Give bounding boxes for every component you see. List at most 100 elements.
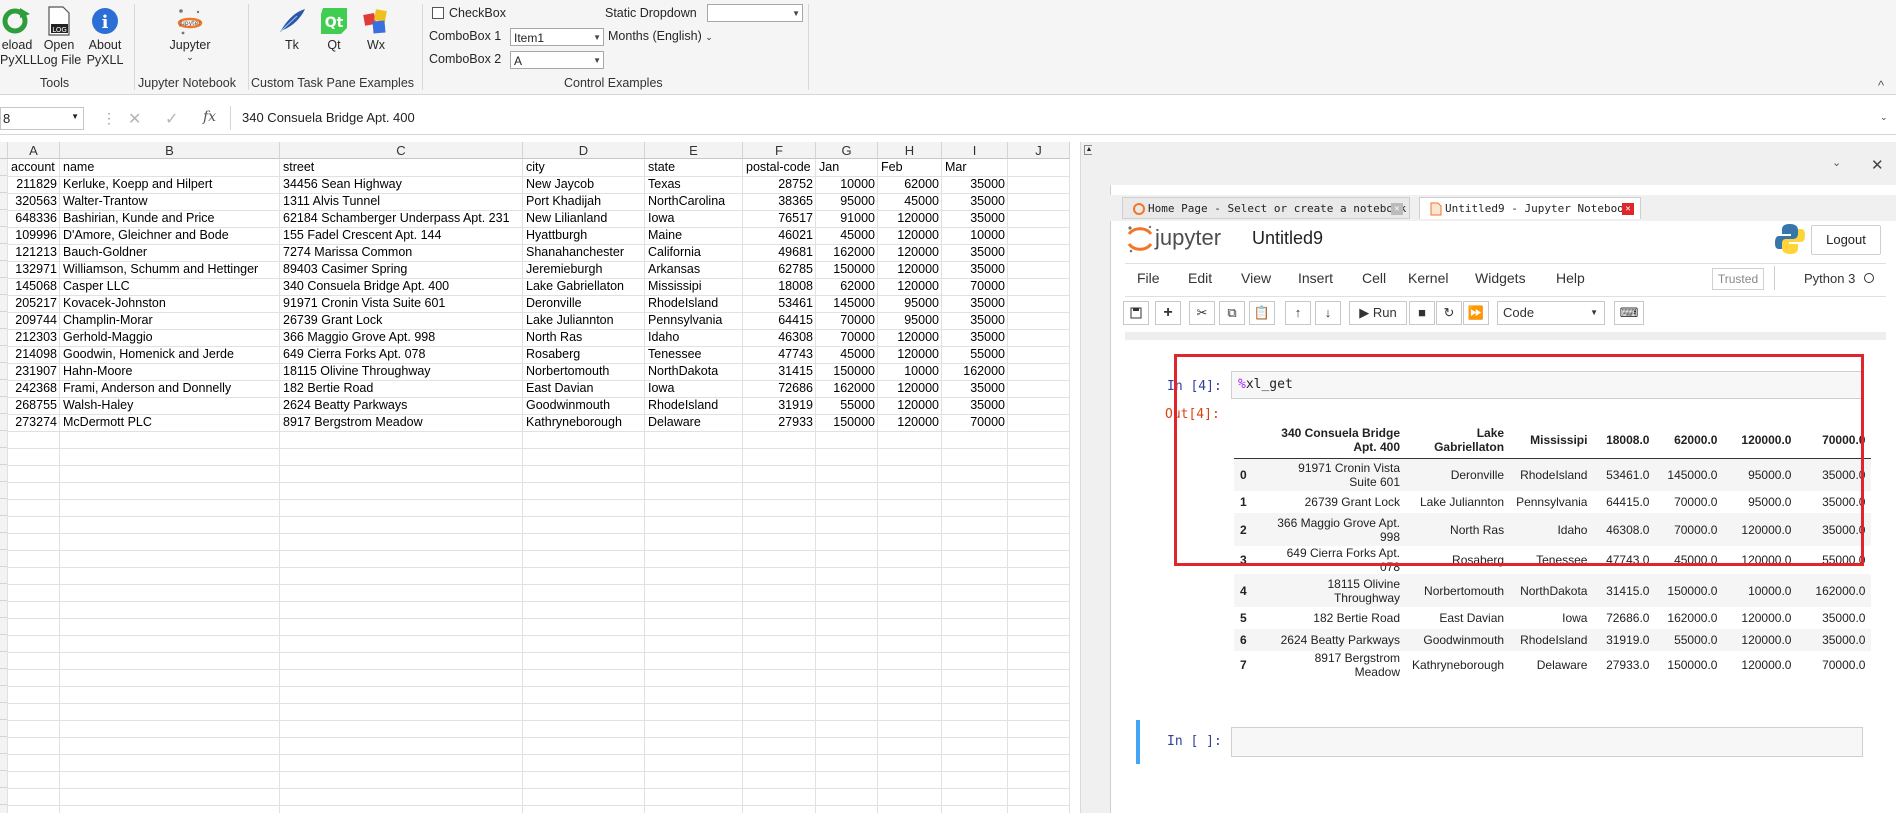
table-cell[interactable]: East Davian <box>523 380 645 397</box>
table-cell[interactable]: 10000 <box>816 176 878 193</box>
row-header[interactable] <box>0 346 7 363</box>
table-cell[interactable]: 95000 <box>816 193 878 210</box>
table-cell[interactable]: 45000 <box>878 193 942 210</box>
open-log-file-button[interactable]: LOG Open Log File <box>36 6 82 68</box>
row-header[interactable] <box>0 312 7 329</box>
table-cell[interactable]: 209744 <box>8 312 60 329</box>
trusted-indicator[interactable]: Trusted <box>1712 268 1764 290</box>
row-header[interactable] <box>0 754 7 771</box>
table-cell[interactable]: NorthDakota <box>645 363 743 380</box>
jupyter-button[interactable]: jupyter Jupyter ⌄ <box>160 6 220 62</box>
menu-widgets[interactable]: Widgets <box>1475 270 1526 286</box>
row-header[interactable] <box>0 618 7 635</box>
table-cell[interactable]: 366 Maggio Grove Apt. 998 <box>280 329 523 346</box>
move-up-icon[interactable]: ↑ <box>1285 301 1311 325</box>
column-header-a[interactable]: A <box>8 142 60 159</box>
pane-options-icon[interactable]: ⌄ <box>1832 156 1841 169</box>
table-cell[interactable]: 10000 <box>942 227 1008 244</box>
header-cell[interactable]: postal-code <box>743 159 816 176</box>
code-input-empty[interactable] <box>1231 727 1863 757</box>
row-header[interactable] <box>0 550 7 567</box>
table-cell[interactable]: Goodwinmouth <box>523 397 645 414</box>
tab-home-page[interactable]: Home Page - Select or create a notebook … <box>1122 197 1410 219</box>
table-cell[interactable]: Casper LLC <box>60 278 280 295</box>
table-cell[interactable]: Champlin-Morar <box>60 312 280 329</box>
table-cell[interactable]: 18008 <box>743 278 816 295</box>
row-header[interactable] <box>0 805 7 813</box>
row-header[interactable] <box>0 278 7 295</box>
table-cell[interactable]: 35000 <box>942 329 1008 346</box>
row-header[interactable] <box>0 210 7 227</box>
menu-view[interactable]: View <box>1241 270 1271 286</box>
row-header[interactable] <box>0 584 7 601</box>
row-header[interactable] <box>0 652 7 669</box>
corner-cell[interactable] <box>0 142 8 159</box>
combobox1[interactable]: Item1 ▼ <box>510 28 604 46</box>
cut-icon[interactable]: ✂ <box>1189 301 1215 325</box>
table-cell[interactable]: 120000 <box>878 346 942 363</box>
table-cell[interactable]: Kathryneborough <box>523 414 645 431</box>
table-cell[interactable]: McDermott PLC <box>60 414 280 431</box>
table-cell[interactable]: Iowa <box>645 380 743 397</box>
table-cell[interactable]: 95000 <box>878 312 942 329</box>
row-header[interactable] <box>0 380 7 397</box>
table-cell[interactable]: RhodeIsland <box>645 295 743 312</box>
table-cell[interactable]: 91000 <box>816 210 878 227</box>
table-cell[interactable]: 46021 <box>743 227 816 244</box>
wx-button[interactable]: Wx <box>358 6 394 53</box>
menu-kernel[interactable]: Kernel <box>1408 270 1448 286</box>
about-pyxll-button[interactable]: i About PyXLL <box>84 6 126 68</box>
table-cell[interactable]: 120000 <box>878 380 942 397</box>
table-cell[interactable]: North Ras <box>523 329 645 346</box>
table-cell[interactable]: Gerhold-Maggio <box>60 329 280 346</box>
table-cell[interactable]: D'Amore, Gleichner and Bode <box>60 227 280 244</box>
table-cell[interactable]: 62000 <box>816 278 878 295</box>
row-header[interactable] <box>0 261 7 278</box>
header-cell[interactable]: name <box>60 159 280 176</box>
checkbox[interactable] <box>432 7 444 19</box>
row-header[interactable] <box>0 159 7 176</box>
table-cell[interactable]: 31415 <box>743 363 816 380</box>
move-down-icon[interactable]: ↓ <box>1315 301 1341 325</box>
table-cell[interactable]: Maine <box>645 227 743 244</box>
row-header[interactable] <box>0 499 7 516</box>
column-header-f[interactable]: F <box>743 142 816 159</box>
save-icon[interactable] <box>1123 301 1149 325</box>
pane-close-icon[interactable]: ✕ <box>1871 156 1884 174</box>
table-cell[interactable]: Shanahanchester <box>523 244 645 261</box>
table-cell[interactable]: 35000 <box>942 261 1008 278</box>
table-cell[interactable]: Jeremieburgh <box>523 261 645 278</box>
row-header[interactable] <box>0 414 7 431</box>
header-cell[interactable]: street <box>280 159 523 176</box>
table-cell[interactable]: 649 Cierra Forks Apt. 078 <box>280 346 523 363</box>
header-cell[interactable]: account <box>8 159 60 176</box>
table-cell[interactable]: 35000 <box>942 312 1008 329</box>
table-cell[interactable]: Walter-Trantow <box>60 193 280 210</box>
run-button[interactable]: ▶ Run <box>1349 301 1407 325</box>
table-cell[interactable]: 182 Bertie Road <box>280 380 523 397</box>
column-header-d[interactable]: D <box>523 142 645 159</box>
table-cell[interactable]: 162000 <box>942 363 1008 380</box>
table-cell[interactable]: 35000 <box>942 244 1008 261</box>
row-header[interactable] <box>0 669 7 686</box>
table-cell[interactable]: 162000 <box>816 380 878 397</box>
table-cell[interactable]: Lake Juliannton <box>523 312 645 329</box>
row-header[interactable] <box>0 533 7 550</box>
table-cell[interactable]: 162000 <box>816 244 878 261</box>
row-header[interactable] <box>0 363 7 380</box>
row-header[interactable] <box>0 686 7 703</box>
cell-type-select[interactable]: Code ▼ <box>1497 301 1605 325</box>
table-cell[interactable]: 145000 <box>816 295 878 312</box>
table-cell[interactable]: 211829 <box>8 176 60 193</box>
reload-pyxll-button[interactable]: eload PyXLL <box>0 6 37 68</box>
copy-icon[interactable]: ⧉ <box>1219 301 1245 325</box>
table-cell[interactable]: 648336 <box>8 210 60 227</box>
column-header-e[interactable]: E <box>645 142 743 159</box>
tab-untitled9[interactable]: Untitled9 - Jupyter Notebook ✕ <box>1419 197 1641 219</box>
expand-formula-icon[interactable]: ⌄ <box>1880 112 1888 123</box>
table-cell[interactable]: 89403 Casimer Spring <box>280 261 523 278</box>
menu-cell[interactable]: Cell <box>1362 270 1386 286</box>
table-cell[interactable]: 35000 <box>942 295 1008 312</box>
row-header[interactable] <box>0 771 7 788</box>
table-cell[interactable]: Deronville <box>523 295 645 312</box>
